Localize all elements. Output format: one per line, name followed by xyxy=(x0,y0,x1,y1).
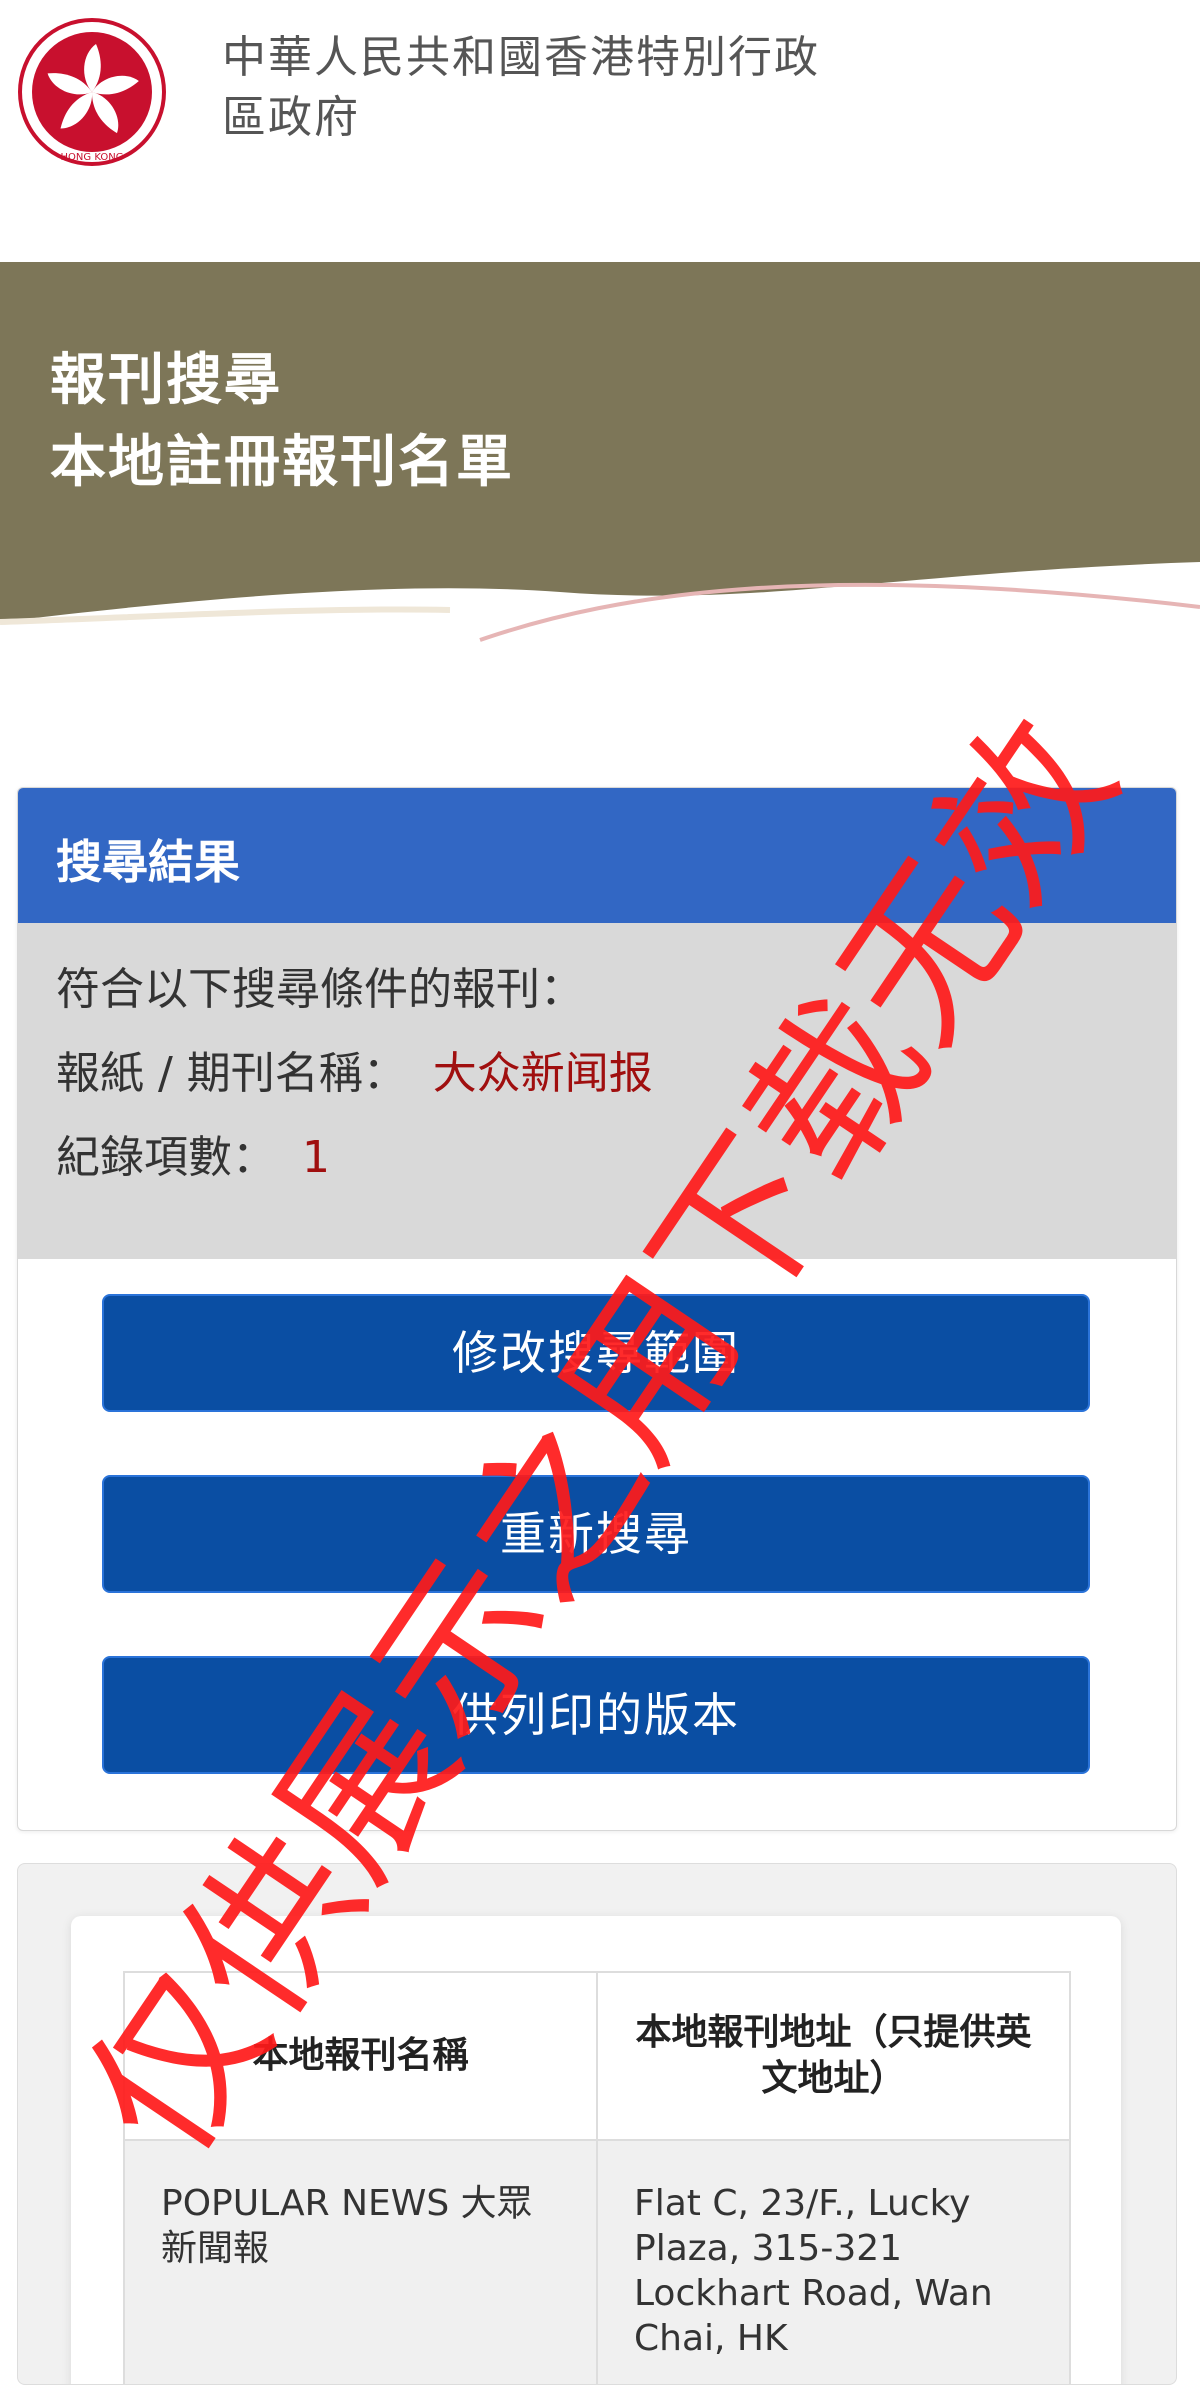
table-row: POPULAR NEWS 大眾新聞報 Flat C, 23/F., Lucky … xyxy=(123,2139,1071,2384)
criteria-name-row: 報紙 / 期刊名稱： 大众新闻报 xyxy=(56,1037,653,1101)
column-header-address: 本地報刊地址（只提供英文地址） xyxy=(596,1971,1071,2141)
results-heading: 搜尋結果 xyxy=(56,835,240,889)
search-criteria: 符合以下搜尋條件的報刊： 報紙 / 期刊名稱： 大众新闻报 紀錄項數： 1 xyxy=(18,923,1176,1259)
emblem-text: HONG KONG xyxy=(61,152,124,163)
publication-address-cell: Flat C, 23/F., Lucky Plaza, 315-321 Lock… xyxy=(596,2139,1071,2384)
table-header-row: 本地報刊名稱 本地報刊地址（只提供英文地址） xyxy=(123,1971,1071,2141)
results-table-container: 本地報刊名稱 本地報刊地址（只提供英文地址） POPULAR NEWS 大眾新聞… xyxy=(17,1863,1177,2385)
new-search-button[interactable]: 重新搜尋 xyxy=(102,1475,1090,1593)
print-version-button[interactable]: 供列印的版本 xyxy=(102,1656,1090,1774)
publication-name-cell: POPULAR NEWS 大眾新聞報 xyxy=(123,2139,598,2384)
page-banner: 報刊搜尋 本地註冊報刊名單 xyxy=(0,262,1200,682)
criteria-count-row: 紀錄項數： 1 xyxy=(56,1121,330,1185)
banner-title: 報刊搜尋 本地註冊報刊名單 xyxy=(50,340,514,504)
name-value: 大众新闻报 xyxy=(432,1048,653,1099)
search-results-card: 搜尋結果 符合以下搜尋條件的報刊： 報紙 / 期刊名稱： 大众新闻报 紀錄項數： 1… xyxy=(17,787,1177,1831)
count-label: 紀錄項數： xyxy=(56,1132,276,1183)
banner-title-line1: 報刊搜尋 xyxy=(50,348,282,413)
results-table: 本地報刊名稱 本地報刊地址（只提供英文地址） POPULAR NEWS 大眾新聞… xyxy=(123,1971,1071,2384)
column-header-name: 本地報刊名稱 xyxy=(123,1971,598,2141)
count-value: 1 xyxy=(302,1132,330,1183)
government-name[interactable]: 中華人民共和國香港特別行政區政府 xyxy=(222,28,862,148)
banner-title-line2: 本地註冊報刊名單 xyxy=(50,430,514,495)
modify-search-button[interactable]: 修改搜尋範圍 xyxy=(102,1294,1090,1412)
gov-header: HONG KONG 中華人民共和國香港特別行政區政府 xyxy=(0,0,1200,262)
hksar-emblem-icon[interactable]: HONG KONG xyxy=(18,18,166,166)
results-header: 搜尋結果 xyxy=(18,788,1176,923)
criteria-intro: 符合以下搜尋條件的報刊： xyxy=(56,964,584,1015)
results-table-card: 本地報刊名稱 本地報刊地址（只提供英文地址） POPULAR NEWS 大眾新聞… xyxy=(71,1916,1121,2384)
name-label: 報紙 / 期刊名稱： xyxy=(56,1048,407,1099)
